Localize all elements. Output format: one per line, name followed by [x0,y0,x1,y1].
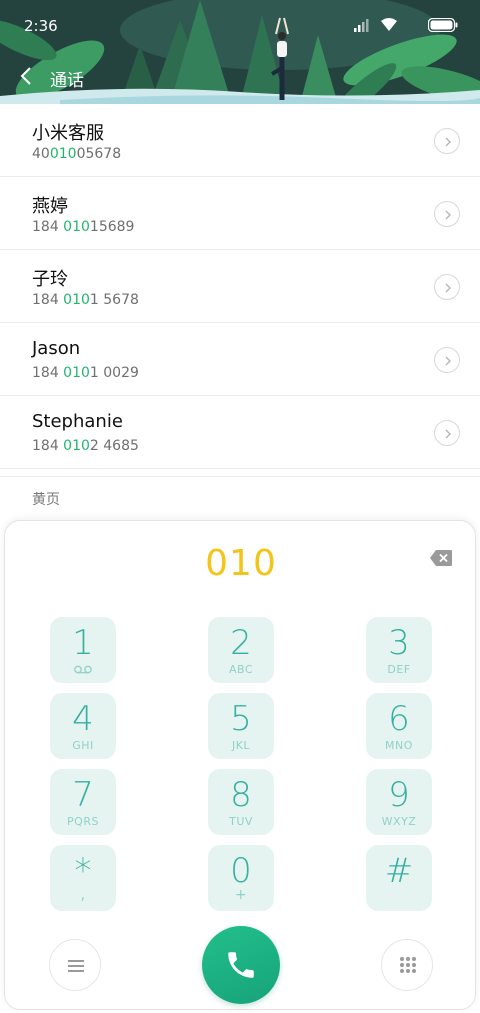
key-letters: , [80,885,86,903]
key-letters: ABC [228,663,254,676]
key-letters: JKL [231,739,251,752]
key-digit: 9 [388,775,410,815]
key-letters: PQRS [67,815,99,828]
number-match: 010 [63,365,90,381]
key-letters: WXYZ [381,815,417,828]
key-letters: GHI [72,739,94,752]
dial-key-2[interactable]: 2 ABC [208,617,274,683]
dial-key-hash[interactable]: # [366,845,432,911]
status-bar: 2:36 [0,0,480,52]
contact-name: Stephanie [32,411,123,432]
dial-key-6[interactable]: 6 MNO [366,693,432,759]
phone-icon [228,952,254,978]
contact-name: 子玲 [32,269,68,290]
number-match: 010 [63,438,90,454]
number-suffix: 1 5678 [89,292,139,308]
menu-icon [68,960,84,972]
contact-number: 184 01015689 [32,219,134,235]
key-letters: TUV [229,815,253,828]
number-prefix: 40 [32,146,50,162]
chevron-right-icon[interactable] [434,347,460,373]
number-match: 010 [63,292,90,308]
key-digit: 8 [230,775,252,815]
key-digit: 2 [230,623,252,663]
chevron-right-icon[interactable] [434,274,460,300]
dial-key-3[interactable]: 3 DEF [366,617,432,683]
number-suffix: 2 4685 [89,438,139,454]
key-digit: 4 [72,699,94,739]
contact-number: 184 0101 5678 [32,292,139,308]
dial-key-9[interactable]: 9 WXYZ [366,769,432,835]
number-suffix: 05678 [76,146,122,162]
page-title: 通话 [50,71,84,91]
call-button[interactable] [202,926,280,1004]
contact-list: 小米客服 4001005678 燕婷 184 01015689 子玲 184 0… [0,104,480,469]
number-suffix: 15689 [89,219,135,235]
dial-key-8[interactable]: 8 TUV [208,769,274,835]
key-digit: 6 [388,699,410,739]
backspace-icon[interactable] [429,549,453,567]
dial-key-star[interactable]: * , [50,845,116,911]
battery-icon [428,18,458,32]
keypad-toggle-button[interactable] [381,939,433,991]
key-digit: 5 [230,699,252,739]
number-match: 010 [63,219,90,235]
yellow-pages-label: 黄页 [32,492,60,508]
dial-key-1[interactable]: 1 [50,617,116,683]
number-suffix: 1 0029 [89,365,139,381]
dial-input-display: 010 [205,543,277,584]
number-prefix: 184 [32,219,64,235]
signal-icon [354,19,369,32]
contact-name: 燕婷 [32,196,68,217]
contact-number: 184 0102 4685 [32,438,139,454]
key-digit: # [384,851,414,891]
dial-key-5[interactable]: 5 JKL [208,693,274,759]
number-prefix: 184 [32,292,64,308]
contact-row[interactable]: Stephanie 184 0102 4685 [0,396,480,469]
contact-name: 小米客服 [32,123,104,144]
key-digit: 0 [230,851,252,891]
contact-number: 4001005678 [32,146,121,162]
number-match: 010 [49,146,77,162]
key-digit: 1 [72,623,94,663]
dial-key-0[interactable]: 0 + [208,845,274,911]
status-time: 2:36 [24,17,58,35]
menu-button[interactable] [49,939,101,991]
key-digit: 7 [72,775,94,815]
number-prefix: 184 [32,438,64,454]
dial-key-4[interactable]: 4 GHI [50,693,116,759]
chevron-right-icon[interactable] [434,128,460,154]
key-digit: 3 [388,623,410,663]
voicemail-icon [74,665,92,674]
contact-number: 184 0101 0029 [32,365,139,381]
keypad-icon [400,957,416,973]
chevron-right-icon[interactable] [434,420,460,446]
key-letters: + [234,887,248,903]
chevron-right-icon[interactable] [434,201,460,227]
key-letters: MNO [385,739,413,752]
dialpad: 010 1 2 ABC 3 DEF 4 GHI 5 JKL 6 MNO 7 PQ… [4,520,476,1010]
wifi-icon [381,18,397,31]
yellow-pages-section[interactable]: 黄页 [0,476,480,518]
header: 2:36 通话 [0,0,480,104]
contact-row[interactable]: Jason 184 0101 0029 [0,323,480,396]
key-letters: DEF [387,663,411,676]
number-prefix: 184 [32,365,64,381]
contact-row[interactable]: 子玲 184 0101 5678 [0,250,480,323]
contact-row[interactable]: 小米客服 4001005678 [0,104,480,177]
dial-key-7[interactable]: 7 PQRS [50,769,116,835]
contact-name: Jason [32,338,81,359]
back-arrow-icon[interactable] [18,64,38,88]
contact-row[interactable]: 燕婷 184 01015689 [0,177,480,250]
